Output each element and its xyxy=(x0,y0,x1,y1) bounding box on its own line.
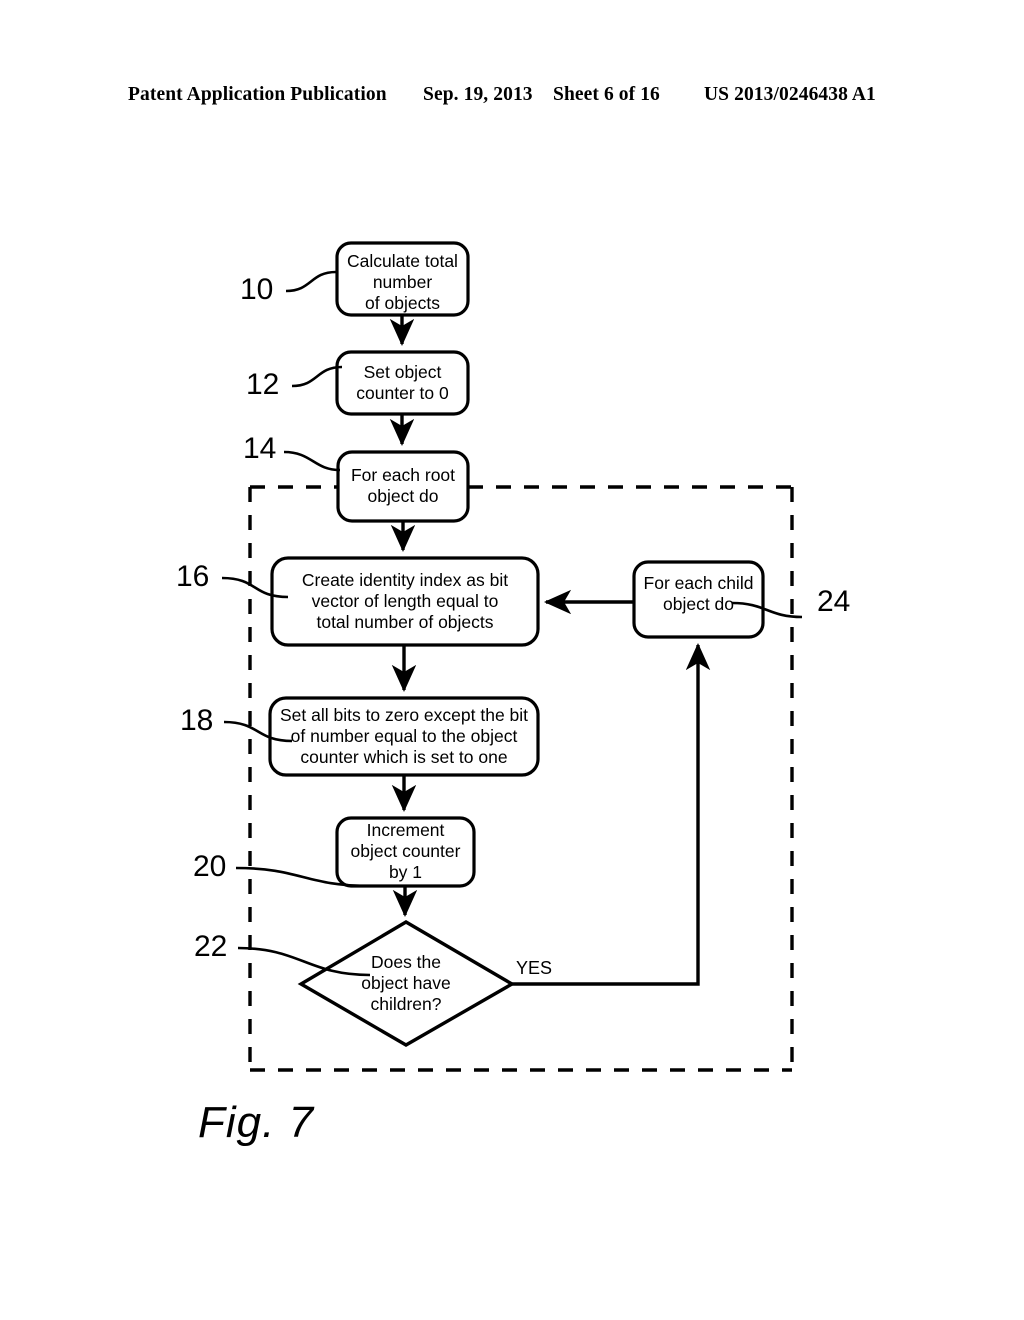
leader-14 xyxy=(283,450,341,472)
reference-numeral-10: 10 xyxy=(240,273,274,306)
edge-label-yes: YES xyxy=(516,958,553,978)
node-20-shape xyxy=(335,816,476,888)
reference-numeral-18: 18 xyxy=(180,704,214,737)
leader-10 xyxy=(285,270,337,293)
reference-numeral-16: 16 xyxy=(176,560,210,593)
leader-12 xyxy=(291,365,343,388)
patent-figure: Calculate total number of objects Set ob… xyxy=(0,0,1024,1320)
reference-numeral-24: 24 xyxy=(817,585,851,618)
reference-numeral-12: 12 xyxy=(246,368,280,401)
figure-caption: Fig. 7 xyxy=(198,1098,315,1147)
node-24-shape xyxy=(632,560,765,639)
flowchart-svg xyxy=(221,241,803,1072)
node-14-shape xyxy=(336,450,470,523)
reference-numeral-14: 14 xyxy=(243,432,277,465)
node-16-shape xyxy=(270,556,540,647)
edge-22-yes-to-24 xyxy=(512,642,711,986)
reference-numeral-22: 22 xyxy=(194,930,228,963)
node-10-shape xyxy=(335,241,470,317)
node-12-shape xyxy=(335,350,470,416)
reference-numeral-20: 20 xyxy=(193,850,227,883)
node-18-shape xyxy=(268,696,540,777)
node-22-shape xyxy=(297,920,516,1047)
